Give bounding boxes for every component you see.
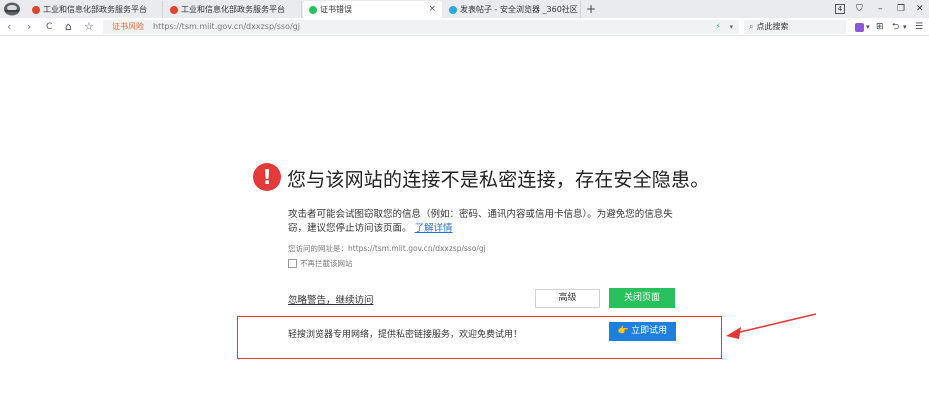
- tab-label: 发表帖子 - 安全浏览器 _360社区: [460, 5, 578, 14]
- promo-text: 轻搜浏览器专用网络，提供私密链接服务，欢迎免费试用！: [288, 330, 523, 340]
- restore-icon[interactable]: ❐: [897, 2, 905, 16]
- back-icon[interactable]: ‹: [7, 19, 11, 35]
- miit-favicon-icon: [32, 5, 40, 14]
- certificate-risk-label[interactable]: 证书风险: [103, 20, 153, 34]
- ignore-warning-link[interactable]: 忽略警告，继续访问: [288, 292, 374, 306]
- search-box[interactable]: ⌕ 点此搜索: [744, 20, 846, 34]
- 360-favicon-icon: [449, 5, 457, 14]
- tab-label: 工业和信息化部政务服务平台: [181, 5, 285, 14]
- favorite-star-icon[interactable]: ☆: [84, 19, 94, 35]
- try-now-label: 立即试用: [631, 326, 668, 336]
- reload-icon[interactable]: C: [46, 19, 52, 35]
- apps-grid-icon[interactable]: ⊞: [876, 20, 884, 34]
- skin-icon[interactable]: ⛉: [856, 2, 863, 16]
- search-placeholder: 点此搜索: [756, 22, 789, 31]
- tab-label: 工业和信息化部政务服务平台: [43, 5, 147, 14]
- shield-favicon-icon: [309, 5, 317, 14]
- warning-description: 攻击者可能会试图窃取您的信息（例如：密码、通讯内容或信用卡信息）。为避免您的信息…: [288, 208, 678, 236]
- undo-dropdown-icon[interactable]: ▾: [903, 20, 907, 34]
- try-now-button[interactable]: 👉 立即试用: [609, 322, 676, 341]
- page-title: 您与该网站的连接不是私密连接，存在安全隐患。: [287, 169, 710, 191]
- address-input[interactable]: 证书风险 https://tsm.miit.gov.cn/dxxzsp/sso/…: [103, 20, 739, 34]
- description-text: 攻击者可能会试图窃取您的信息（例如：密码、通讯内容或信用卡信息）。为避免您的信息…: [288, 209, 673, 234]
- address-toolbar: ‹ › C ⌂ ☆ 证书风险 https://tsm.miit.gov.cn/d…: [0, 18, 929, 36]
- learn-more-link[interactable]: 了解详情: [415, 223, 453, 234]
- no-block-checkbox[interactable]: [288, 259, 297, 268]
- no-block-label: 不再拦截该网站: [300, 259, 353, 268]
- extension-icon[interactable]: [855, 23, 864, 32]
- menu-icon[interactable]: ☰: [915, 20, 923, 34]
- close-page-button[interactable]: 关闭页面: [609, 288, 675, 308]
- pointing-hand-icon: 👉: [617, 326, 630, 336]
- visited-url-text: 您访问的网址是：https://tsm.miit.gov.cn/dxxzsp/s…: [288, 244, 486, 253]
- extension-dropdown-icon[interactable]: ▾: [866, 20, 870, 34]
- undo-close-icon[interactable]: ⮌: [892, 20, 899, 34]
- warning-icon: !: [253, 163, 281, 191]
- tab-miit-1[interactable]: 工业和信息化部政务服务平台: [26, 1, 163, 18]
- speed-mode-icon[interactable]: ⚡: [715, 20, 721, 34]
- no-block-option[interactable]: 不再拦截该网站: [288, 258, 353, 269]
- miit-favicon-icon: [170, 5, 178, 14]
- chevron-down-icon[interactable]: ▾: [729, 20, 733, 34]
- close-window-icon[interactable]: ✕: [916, 2, 924, 16]
- forward-icon[interactable]: ›: [27, 19, 31, 35]
- tab-count-badge[interactable]: 4: [835, 4, 845, 14]
- tab-cert-error[interactable]: 证书错误 ×: [303, 1, 442, 18]
- url-text: https://tsm.miit.gov.cn/dxxzsp/sso/gj: [153, 22, 300, 31]
- new-tab-button[interactable]: +: [586, 1, 596, 17]
- minimize-icon[interactable]: –: [878, 2, 883, 16]
- advanced-button[interactable]: 高级: [535, 289, 600, 308]
- tab-label: 证书错误: [320, 5, 352, 14]
- tab-360-community[interactable]: 发表帖子 - 安全浏览器 _360社区: [443, 1, 581, 18]
- tab-miit-2[interactable]: 工业和信息化部政务服务平台: [164, 1, 302, 18]
- tab-bar: 工业和信息化部政务服务平台 工业和信息化部政务服务平台 证书错误 × 发表帖子 …: [0, 0, 929, 18]
- search-icon: ⌕: [749, 22, 754, 31]
- close-tab-icon[interactable]: ×: [428, 4, 436, 14]
- browser-logo-icon[interactable]: [3, 1, 21, 17]
- home-icon[interactable]: ⌂: [65, 19, 72, 35]
